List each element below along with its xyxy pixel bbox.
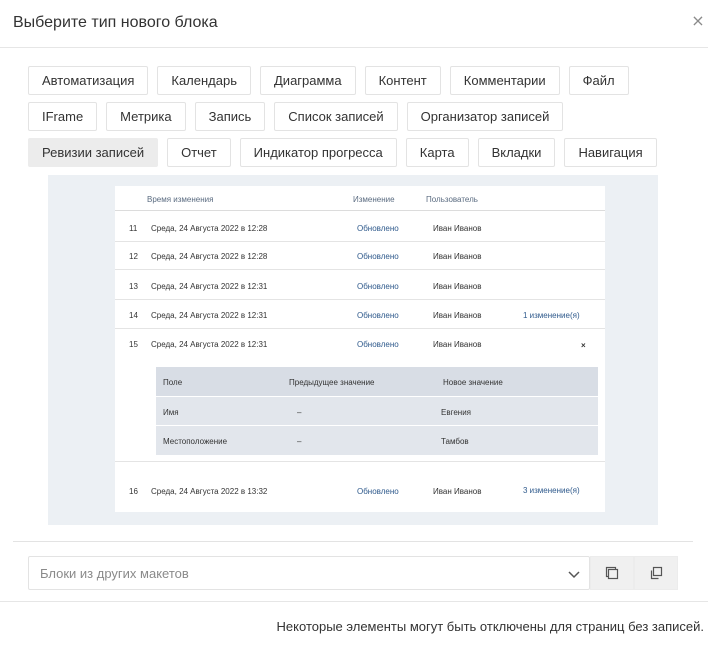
- row-number: 12: [129, 252, 138, 261]
- other-layouts-placeholder: Блоки из других макетов: [40, 566, 189, 581]
- detail-new: Тамбов: [441, 437, 469, 446]
- detail-field: Местоположение: [163, 437, 228, 446]
- block-type-map-button[interactable]: Карта: [405, 138, 469, 167]
- block-type-metric-button[interactable]: Метрика: [106, 102, 186, 131]
- row-user: Иван Иванов: [433, 252, 482, 261]
- row-date: Среда, 24 Августа 2022 в 13:32: [151, 487, 268, 496]
- block-type-iframe-button[interactable]: IFrame: [28, 102, 98, 131]
- block-type-record-revisions-button[interactable]: Ревизии записей: [28, 138, 159, 167]
- block-type-row-2: IFrame Метрика Запись Список записей Орг…: [28, 102, 564, 131]
- copy-icon: [605, 566, 619, 580]
- revisions-preview-card: Время изменения Изменение Пользователь 1…: [115, 186, 605, 512]
- block-type-row-3: Ревизии записей Отчет Индикатор прогресс…: [28, 138, 657, 167]
- row-user: Иван Иванов: [433, 224, 482, 233]
- row-number: 16: [129, 487, 138, 496]
- table-row: 12 Среда, 24 Августа 2022 в 12:28 Обновл…: [115, 241, 605, 270]
- column-change-header: Изменение: [353, 195, 395, 204]
- block-type-content-button[interactable]: Контент: [364, 66, 441, 95]
- row-change: Обновлено: [357, 252, 399, 261]
- row-number: 14: [129, 311, 138, 320]
- table-row: 11 Среда, 24 Августа 2022 в 12:28 Обновл…: [115, 213, 605, 242]
- table-row: 14 Среда, 24 Августа 2022 в 12:31 Обновл…: [115, 300, 605, 329]
- block-type-tabs-button[interactable]: Вкладки: [477, 138, 556, 167]
- row-change: Обновлено: [357, 282, 399, 291]
- footer-note: Некоторые элементы могут быть отключены …: [276, 619, 704, 634]
- column-user-header: Пользователь: [426, 195, 478, 204]
- column-time-header: Время изменения: [147, 195, 214, 204]
- row-change: Обновлено: [357, 340, 399, 349]
- close-icon[interactable]: ×: [690, 12, 706, 30]
- detail-table-header: Поле Предыдущее значение Новое значение: [156, 367, 598, 396]
- detail-previous-header: Предыдущее значение: [289, 378, 375, 387]
- detail-row: Имя – Евгения: [156, 396, 598, 425]
- changes-detail-table: Поле Предыдущее значение Новое значение …: [156, 367, 598, 455]
- row-change: Обновлено: [357, 487, 399, 496]
- row-number: 11: [129, 224, 138, 233]
- row-date: Среда, 24 Августа 2022 в 12:28: [151, 224, 268, 233]
- table-row: 16 Среда, 24 Августа 2022 в 13:32 Обновл…: [115, 476, 605, 505]
- block-type-progress-indicator-button[interactable]: Индикатор прогресса: [239, 138, 397, 167]
- other-layouts-select[interactable]: Блоки из других макетов: [28, 556, 590, 590]
- row-date: Среда, 24 Августа 2022 в 12:31: [151, 282, 268, 291]
- block-type-calendar-button[interactable]: Календарь: [157, 66, 251, 95]
- footer-divider: [0, 601, 708, 602]
- detail-previous: –: [297, 437, 302, 446]
- detail-previous: –: [297, 408, 302, 417]
- row-user: Иван Иванов: [433, 340, 482, 349]
- block-type-chart-button[interactable]: Диаграмма: [260, 66, 356, 95]
- block-type-comments-button[interactable]: Комментарии: [449, 66, 560, 95]
- row-date: Среда, 24 Августа 2022 в 12:31: [151, 340, 268, 349]
- detail-row: Местоположение – Тамбов: [156, 425, 598, 454]
- detail-field-header: Поле: [163, 378, 183, 387]
- row-changes-link: 3 изменение(я): [523, 486, 580, 495]
- row-user: Иван Иванов: [433, 282, 482, 291]
- row-changes-link: 1 изменение(я): [523, 311, 580, 320]
- preview-table-header: Время изменения Изменение Пользователь: [115, 186, 605, 211]
- row-change: Обновлено: [357, 311, 399, 320]
- block-type-record-organizer-button[interactable]: Организатор записей: [406, 102, 564, 131]
- row-date: Среда, 24 Августа 2022 в 12:31: [151, 311, 268, 320]
- block-type-file-button[interactable]: Файл: [568, 66, 629, 95]
- row-user: Иван Иванов: [433, 311, 482, 320]
- detail-field: Имя: [163, 408, 179, 417]
- chevron-down-icon: [568, 571, 580, 579]
- block-preview: Время изменения Изменение Пользователь 1…: [48, 175, 658, 525]
- row-user: Иван Иванов: [433, 487, 482, 496]
- copy-button[interactable]: [590, 556, 634, 590]
- row-change: Обновлено: [357, 224, 399, 233]
- paste-button[interactable]: [634, 556, 678, 590]
- dialog-header: Выберите тип нового блока ×: [0, 0, 708, 48]
- collapse-icon: ×: [581, 341, 586, 350]
- divider: [13, 541, 693, 542]
- block-type-row-1: Автоматизация Календарь Диаграмма Контен…: [28, 66, 629, 95]
- row-number: 13: [129, 282, 138, 291]
- block-type-record-list-button[interactable]: Список записей: [274, 102, 398, 131]
- row-number: 15: [129, 340, 138, 349]
- detail-new-header: Новое значение: [443, 378, 503, 387]
- dialog-title: Выберите тип нового блока: [13, 14, 218, 31]
- table-row: 13 Среда, 24 Августа 2022 в 12:31 Обновл…: [115, 271, 605, 300]
- block-type-automation-button[interactable]: Автоматизация: [28, 66, 149, 95]
- row-date: Среда, 24 Августа 2022 в 12:28: [151, 252, 268, 261]
- block-type-report-button[interactable]: Отчет: [167, 138, 231, 167]
- block-type-navigation-button[interactable]: Навигация: [564, 138, 657, 167]
- block-type-record-button[interactable]: Запись: [194, 102, 266, 131]
- detail-new: Евгения: [441, 408, 471, 417]
- paste-icon: [650, 566, 663, 580]
